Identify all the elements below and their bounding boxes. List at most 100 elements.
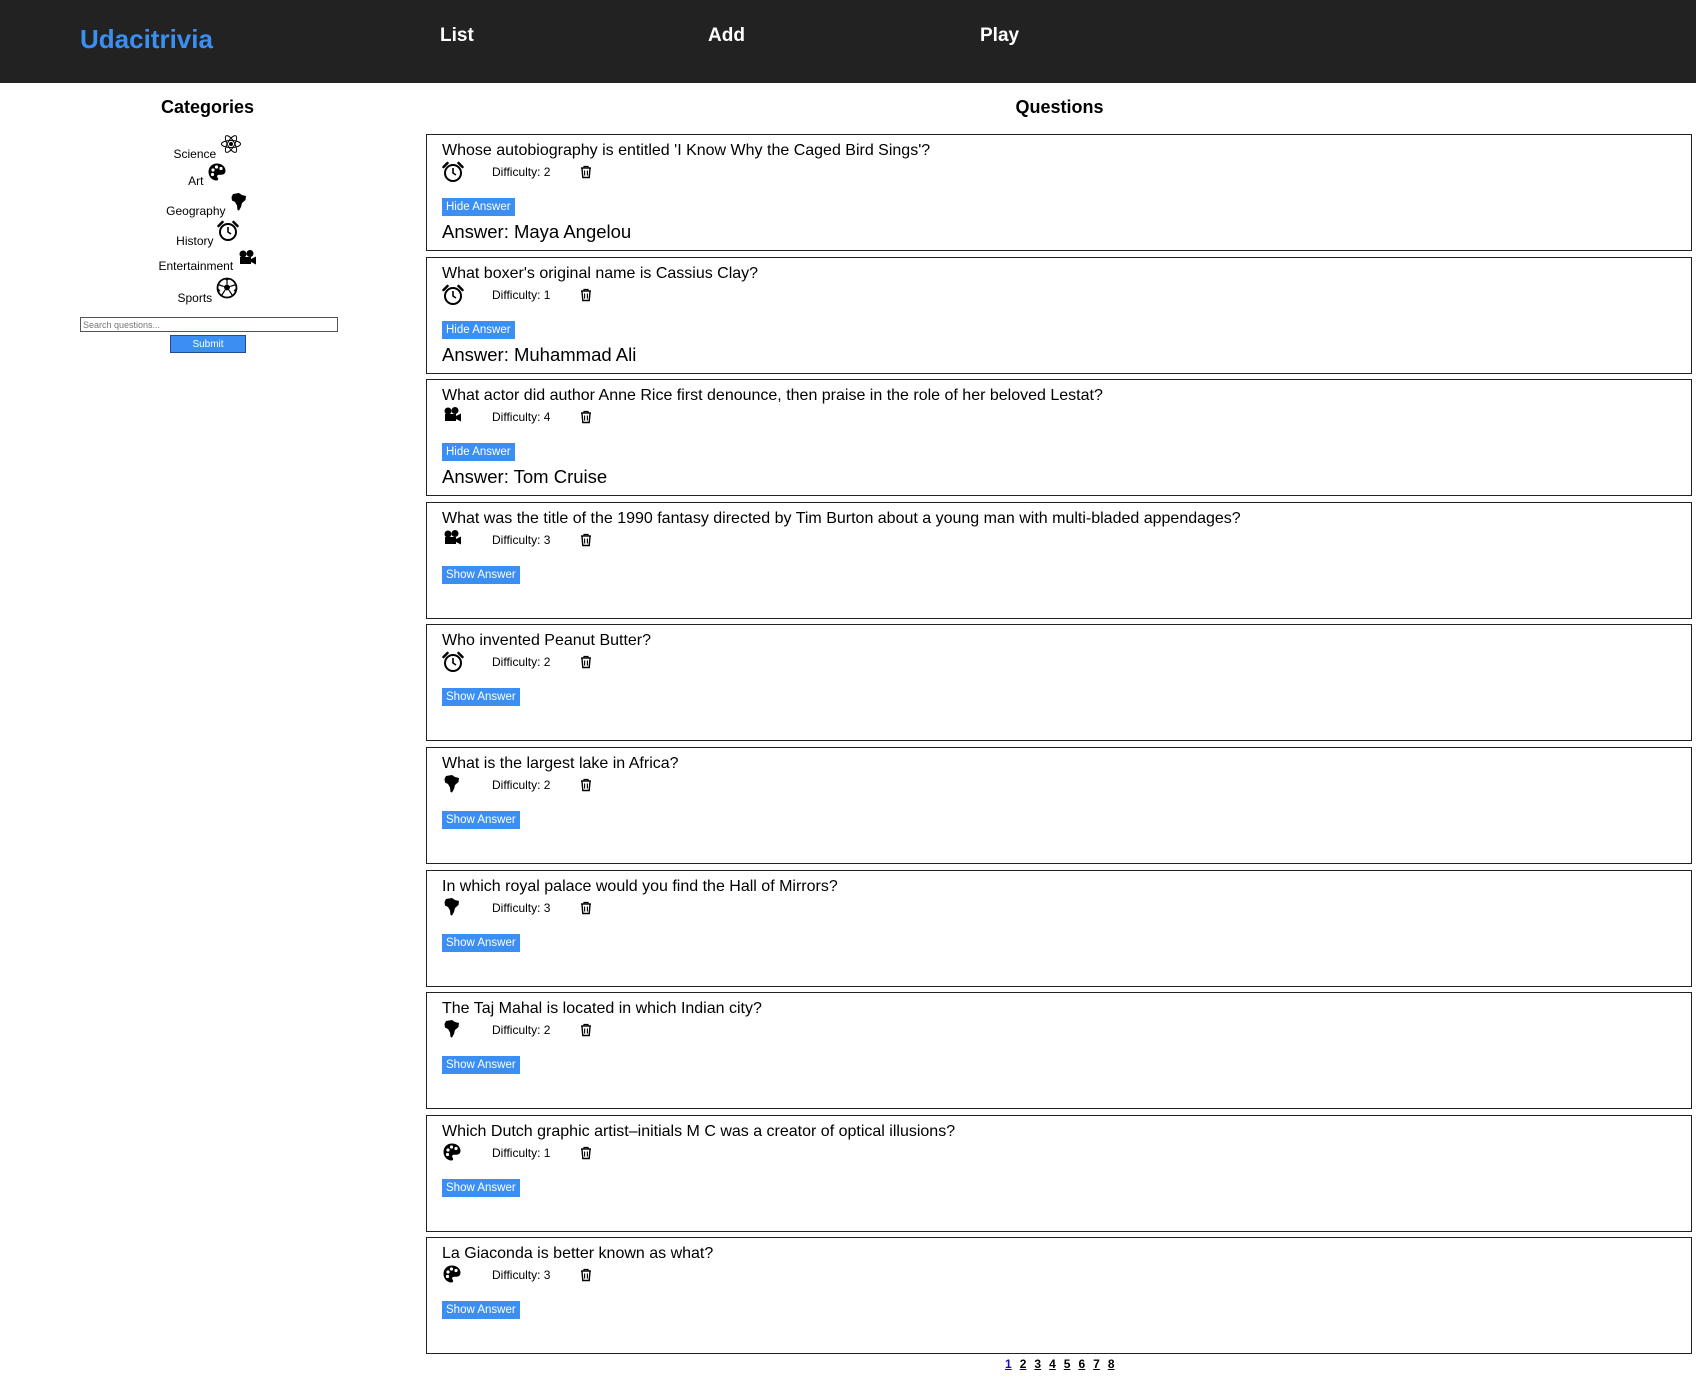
difficulty-label: Difficulty: 3 xyxy=(492,1268,551,1283)
page-link[interactable]: 5 xyxy=(1064,1357,1071,1371)
categories-sidebar: Categories Science Art Geography History xyxy=(0,83,415,383)
show-answer-button[interactable]: Show Answer xyxy=(442,1301,520,1320)
page-link[interactable]: 1 xyxy=(1005,1357,1012,1371)
question-card: Whose autobiography is entitled 'I Know … xyxy=(426,134,1692,251)
show-answer-button[interactable]: Show Answer xyxy=(442,565,520,584)
category-art[interactable]: Art xyxy=(0,162,415,188)
entertainment-icon xyxy=(442,529,464,551)
question-text: The Taj Mahal is located in which Indian… xyxy=(442,1000,762,1018)
delete-icon[interactable] xyxy=(579,655,593,669)
delete-icon[interactable] xyxy=(579,533,593,547)
question-card: What boxer's original name is Cassius Cl… xyxy=(426,256,1692,374)
category-entertainment[interactable]: Entertainment xyxy=(0,249,415,273)
delete-icon[interactable] xyxy=(579,288,593,302)
page-link[interactable]: 6 xyxy=(1078,1357,1085,1371)
delete-icon[interactable] xyxy=(579,901,593,915)
entertainment-icon xyxy=(442,406,464,428)
science-icon xyxy=(220,135,241,153)
categories-title: Categories xyxy=(160,97,255,117)
hide-answer-button[interactable]: Hide Answer xyxy=(442,320,515,339)
category-science[interactable]: Science xyxy=(0,133,415,161)
nav-add[interactable]: Add xyxy=(708,25,745,47)
difficulty-label: Difficulty: 2 xyxy=(492,778,551,792)
art-icon xyxy=(208,163,226,181)
history-icon xyxy=(217,220,239,241)
question-text: What boxer's original name is Cassius Cl… xyxy=(442,264,759,282)
entertainment-icon xyxy=(239,250,256,265)
question-card: What was the title of the 1990 fantasy d… xyxy=(426,501,1692,619)
question-text: What was the title of the 1990 fantasy d… xyxy=(442,509,1241,527)
difficulty-label: Difficulty: 2 xyxy=(492,1023,551,1038)
geography-icon xyxy=(442,774,464,796)
question-text: La Giaconda is better known as what? xyxy=(442,1245,714,1263)
pagination: 12345678 xyxy=(1005,1357,1123,1371)
answer-text: Answer: Tom Cruise xyxy=(442,466,608,488)
geography-icon xyxy=(442,1019,464,1041)
category-label: Art xyxy=(188,174,204,188)
page-link[interactable]: 7 xyxy=(1093,1357,1100,1371)
question-card: What actor did author Anne Rice first de… xyxy=(426,379,1692,497)
geography-icon xyxy=(231,193,246,211)
question-text: What actor did author Anne Rice first de… xyxy=(442,387,1103,405)
art-icon xyxy=(442,1264,464,1286)
submit-button[interactable]: Submit xyxy=(170,335,246,353)
delete-icon[interactable] xyxy=(579,410,593,424)
difficulty-label: Difficulty: 3 xyxy=(492,900,551,915)
delete-icon[interactable] xyxy=(579,778,593,792)
difficulty-label: Difficulty: 1 xyxy=(492,287,551,302)
question-card: The Taj Mahal is located in which Indian… xyxy=(426,992,1692,1110)
delete-icon[interactable] xyxy=(579,1268,593,1282)
search-input[interactable] xyxy=(80,317,338,332)
history-icon xyxy=(442,284,464,306)
question-text: What is the largest lake in Africa? xyxy=(442,755,679,772)
delete-icon[interactable] xyxy=(579,1146,593,1160)
question-text: Who invented Peanut Butter? xyxy=(442,632,652,650)
question-card: Who invented Peanut Butter? Difficulty: 2… xyxy=(426,624,1692,742)
category-label: History xyxy=(176,234,214,248)
delete-icon[interactable] xyxy=(579,165,593,179)
sports-icon xyxy=(216,277,237,299)
difficulty-label: Difficulty: 3 xyxy=(492,532,551,547)
page-link[interactable]: 2 xyxy=(1020,1357,1027,1371)
question-card: Which Dutch graphic artist–initials M C … xyxy=(426,1114,1692,1232)
category-geography[interactable]: Geography xyxy=(0,192,415,218)
show-answer-button[interactable]: Show Answer xyxy=(442,1178,520,1197)
geography-icon xyxy=(442,897,464,919)
difficulty-label: Difficulty: 2 xyxy=(492,655,551,670)
difficulty-label: Difficulty: 1 xyxy=(492,1145,551,1160)
category-sports[interactable]: Sports xyxy=(0,277,415,305)
answer-text: Answer: Maya Angelou xyxy=(442,221,632,242)
nav-list[interactable]: List xyxy=(440,25,474,47)
question-text: Which Dutch graphic artist–initials M C … xyxy=(442,1122,956,1140)
category-label: Sports xyxy=(177,291,213,305)
questions-title: Questions xyxy=(1015,97,1104,117)
hide-answer-button[interactable]: Hide Answer xyxy=(442,198,515,216)
show-answer-button[interactable]: Show Answer xyxy=(442,688,520,707)
question-card: What is the largest lake in Africa? Diffi… xyxy=(426,747,1692,864)
show-answer-button[interactable]: Show Answer xyxy=(442,1056,520,1075)
show-answer-button[interactable]: Show Answer xyxy=(442,933,520,952)
category-label: Science xyxy=(173,147,217,161)
difficulty-label: Difficulty: 2 xyxy=(492,165,551,179)
brand-logo[interactable]: Udacitrivia xyxy=(80,24,213,55)
page-link[interactable]: 8 xyxy=(1108,1357,1115,1371)
question-text: In which royal palace would you find the… xyxy=(442,877,838,895)
history-icon xyxy=(442,651,464,673)
difficulty-label: Difficulty: 4 xyxy=(492,410,551,425)
question-card: In which royal palace would you find the… xyxy=(426,869,1692,987)
page-link[interactable]: 4 xyxy=(1049,1357,1056,1371)
question-card: La Giaconda is better known as what? Diff… xyxy=(426,1237,1692,1355)
history-icon xyxy=(442,161,464,183)
question-text: Whose autobiography is entitled 'I Know … xyxy=(442,142,931,159)
top-navbar: Udacitrivia List Add Play xyxy=(0,0,1696,83)
category-label: Geography xyxy=(166,204,226,218)
category-label: Entertainment xyxy=(158,259,234,273)
answer-text: Answer: Muhammad Ali xyxy=(442,343,637,365)
hide-answer-button[interactable]: Hide Answer xyxy=(442,443,515,462)
art-icon xyxy=(442,1142,464,1164)
show-answer-button[interactable]: Show Answer xyxy=(442,811,520,829)
category-history[interactable]: History xyxy=(0,220,415,248)
page-link[interactable]: 3 xyxy=(1034,1357,1041,1371)
delete-icon[interactable] xyxy=(579,1023,593,1037)
nav-play[interactable]: Play xyxy=(980,25,1019,47)
